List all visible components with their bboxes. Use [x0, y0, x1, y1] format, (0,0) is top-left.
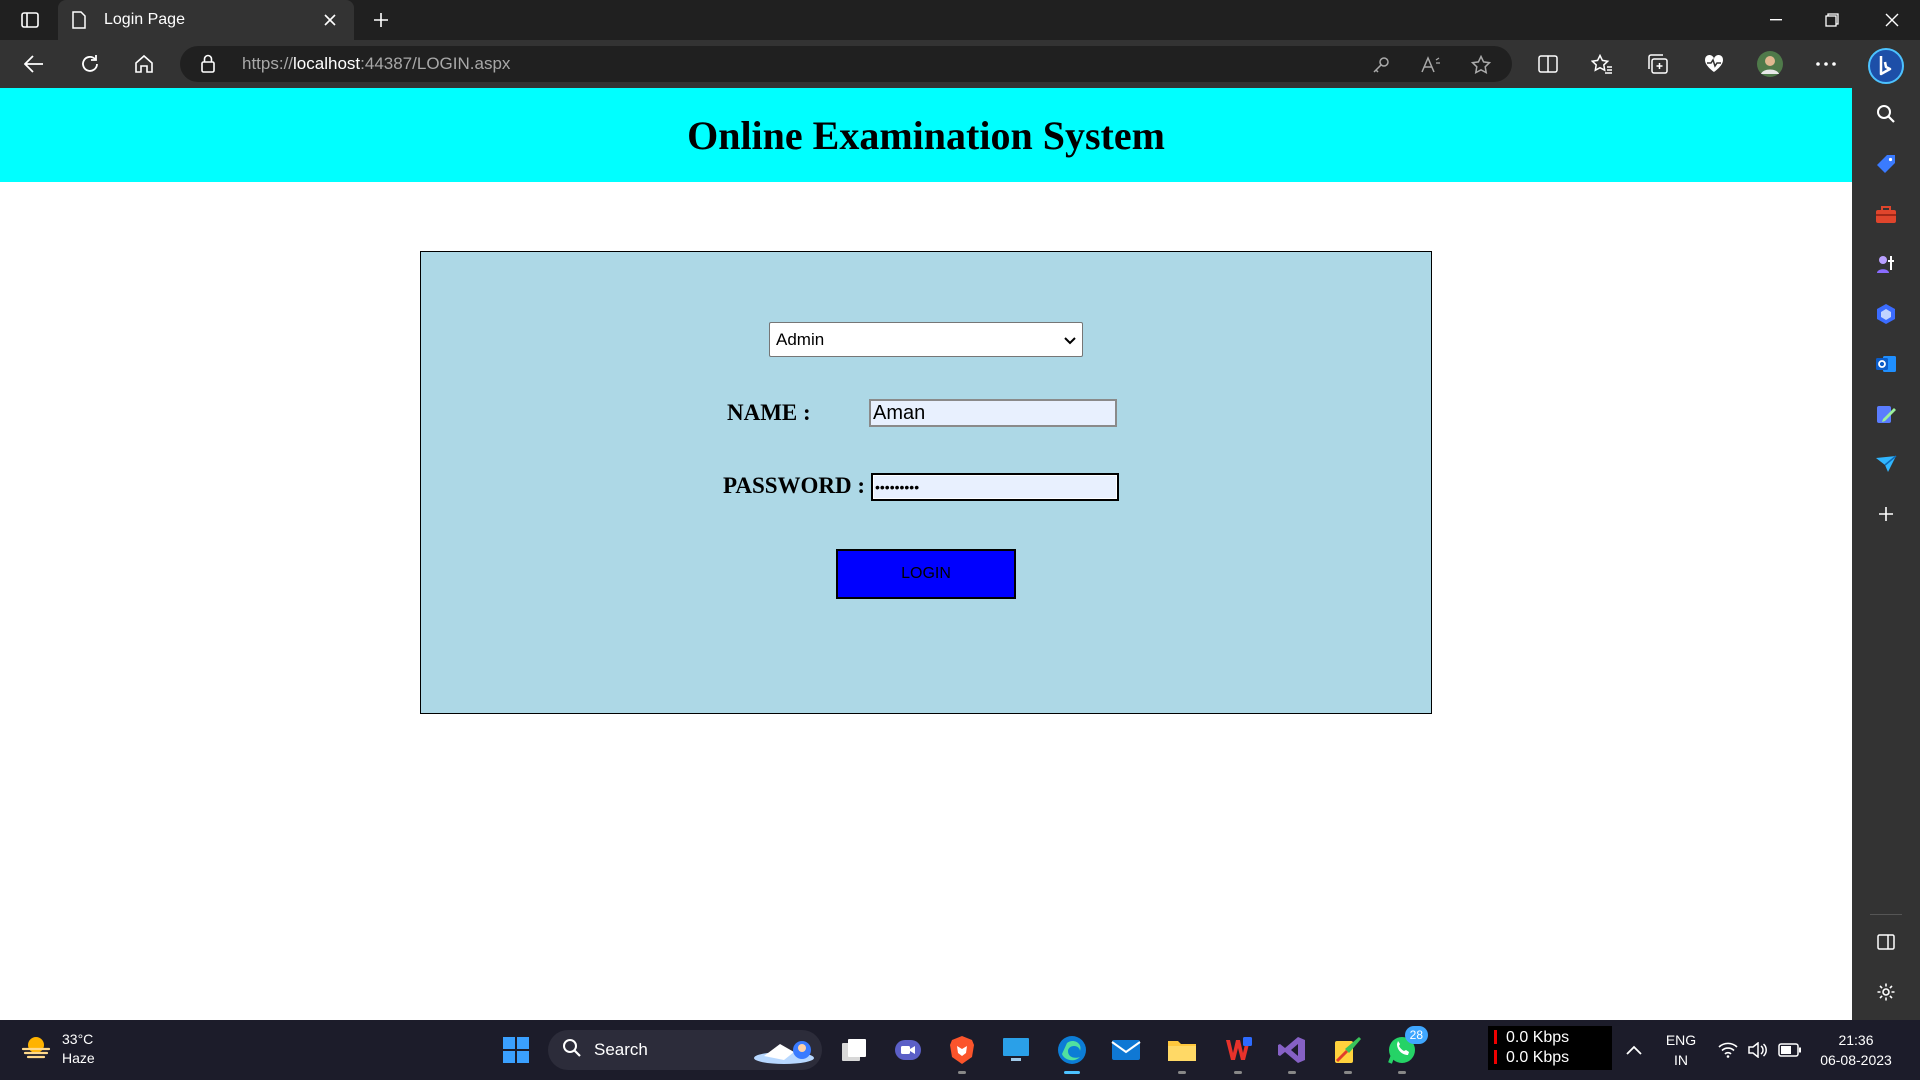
chevron-down-icon — [1064, 330, 1076, 350]
browser-toolbar: https://localhost:44387/LOGIN.aspx — [0, 40, 1920, 88]
clock-time: 21:36 — [1838, 1032, 1874, 1048]
refresh-icon[interactable] — [72, 48, 108, 80]
minimize-icon[interactable] — [1748, 0, 1804, 40]
copilot-apps-icon[interactable] — [1872, 300, 1900, 328]
close-window-icon[interactable] — [1864, 0, 1920, 40]
running-indicator — [1178, 1071, 1186, 1074]
network-speed-meter: 0.0 Kbps 0.0 Kbps — [1488, 1026, 1612, 1070]
outlook-icon[interactable] — [1872, 350, 1900, 378]
lock-icon[interactable] — [200, 54, 216, 79]
running-indicator — [1398, 1071, 1406, 1074]
read-aloud-icon[interactable] — [1420, 54, 1442, 76]
battery-icon — [1778, 1043, 1802, 1062]
tab-login-page[interactable]: Login Page — [58, 0, 354, 40]
games-icon[interactable] — [1872, 250, 1900, 278]
upload-arrow-icon — [1494, 1050, 1497, 1064]
page-title: Online Examination System — [687, 112, 1165, 158]
weather-widget[interactable]: 33°C Haze — [20, 1030, 95, 1068]
favorites-icon[interactable] — [1588, 50, 1616, 78]
role-select[interactable]: Admin — [769, 322, 1083, 357]
sidebar-divider — [1870, 914, 1902, 915]
tools-app-icon[interactable] — [1328, 1030, 1368, 1074]
send-arrow-icon[interactable] — [1872, 450, 1900, 478]
wifi-icon — [1718, 1042, 1738, 1063]
bing-copilot-icon[interactable] — [1866, 46, 1906, 86]
settings-gear-icon[interactable] — [1872, 978, 1900, 1006]
upload-speed: 0.0 Kbps — [1506, 1049, 1570, 1066]
brave-browser-icon[interactable] — [942, 1030, 982, 1074]
profile-avatar[interactable] — [1756, 50, 1784, 78]
tab-title: Login Page — [104, 11, 185, 28]
visual-studio-icon[interactable] — [1272, 1030, 1312, 1074]
search-icon[interactable] — [1872, 100, 1900, 128]
search-highlight-icon — [750, 1034, 816, 1071]
password-label: PASSWORD : — [723, 473, 866, 498]
favorite-star-icon[interactable] — [1470, 54, 1492, 76]
running-indicator — [958, 1071, 966, 1074]
running-indicator — [1344, 1071, 1352, 1074]
taskbar-search[interactable]: Search — [548, 1030, 822, 1070]
download-arrow-icon — [1494, 1030, 1497, 1044]
collections-icon[interactable] — [1644, 50, 1672, 78]
close-tab-icon[interactable] — [320, 10, 340, 30]
drop-notes-icon[interactable] — [1872, 400, 1900, 428]
mail-icon[interactable] — [1106, 1030, 1146, 1070]
search-label: Search — [594, 1040, 648, 1059]
quick-settings[interactable] — [1706, 1030, 1806, 1070]
haze-sun-icon — [20, 1032, 52, 1067]
password-input[interactable]: ••••••••• — [871, 473, 1119, 501]
running-indicator — [1288, 1071, 1296, 1074]
task-view-icon[interactable] — [834, 1030, 874, 1070]
address-bar[interactable]: https://localhost:44387/LOGIN.aspx — [180, 46, 1512, 82]
more-options-icon[interactable] — [1812, 50, 1840, 78]
edge-browser-icon[interactable] — [1052, 1030, 1092, 1074]
edge-sidebar — [1852, 40, 1920, 1020]
back-icon[interactable] — [16, 48, 52, 80]
browser-essentials-icon[interactable] — [1700, 50, 1728, 78]
restore-icon[interactable] — [1804, 0, 1860, 40]
download-speed: 0.0 Kbps — [1506, 1029, 1570, 1046]
password-key-icon[interactable] — [1370, 54, 1392, 76]
role-select-value: Admin — [776, 329, 825, 349]
start-windows-icon[interactable] — [496, 1030, 536, 1070]
running-indicator — [1234, 1071, 1242, 1074]
login-button[interactable]: LOGIN — [836, 549, 1016, 599]
remote-desktop-icon[interactable] — [996, 1030, 1036, 1070]
browser-titlebar: Login Page — [0, 0, 1920, 40]
page-icon — [72, 10, 90, 30]
teams-chat-icon[interactable] — [888, 1030, 928, 1070]
login-panel: Admin NAME : Aman PASSWORD : ••••••••• L… — [420, 251, 1432, 714]
tools-briefcase-icon[interactable] — [1872, 200, 1900, 228]
active-indicator — [1064, 1071, 1080, 1074]
hide-sidebar-icon[interactable] — [1872, 928, 1900, 956]
search-icon — [562, 1038, 582, 1063]
url-text[interactable]: https://localhost:44387/LOGIN.aspx — [242, 54, 510, 74]
file-explorer-icon[interactable] — [1162, 1030, 1202, 1074]
split-screen-icon[interactable] — [1534, 50, 1562, 78]
wps-office-icon[interactable] — [1218, 1030, 1258, 1074]
home-icon[interactable] — [126, 48, 162, 80]
tab-actions-icon[interactable] — [16, 8, 44, 32]
add-sidebar-app-icon[interactable] — [1872, 500, 1900, 528]
new-tab-icon[interactable] — [368, 8, 394, 32]
clock[interactable]: 21:36 06-08-2023 — [1808, 1030, 1904, 1070]
input-language[interactable]: ENG IN — [1660, 1030, 1702, 1070]
windows-taskbar: 33°C Haze Search 28 0.0 Kbps 0.0 Kbps EN… — [0, 1020, 1920, 1080]
name-input[interactable]: Aman — [869, 399, 1117, 427]
clock-date: 06-08-2023 — [1820, 1052, 1892, 1068]
weather-condition: Haze — [62, 1050, 95, 1066]
volume-icon — [1748, 1041, 1768, 1063]
notification-badge: 28 — [1404, 1026, 1428, 1044]
name-label: NAME : — [727, 400, 811, 425]
header-banner: Online Examination System — [0, 88, 1852, 182]
shopping-tag-icon[interactable] — [1872, 150, 1900, 178]
chevron-up-icon[interactable] — [1614, 1030, 1654, 1070]
weather-temp: 33°C — [62, 1031, 94, 1047]
whatsapp-icon[interactable]: 28 — [1382, 1026, 1428, 1074]
web-page: Online Examination System Admin NAME : A… — [0, 88, 1852, 1020]
